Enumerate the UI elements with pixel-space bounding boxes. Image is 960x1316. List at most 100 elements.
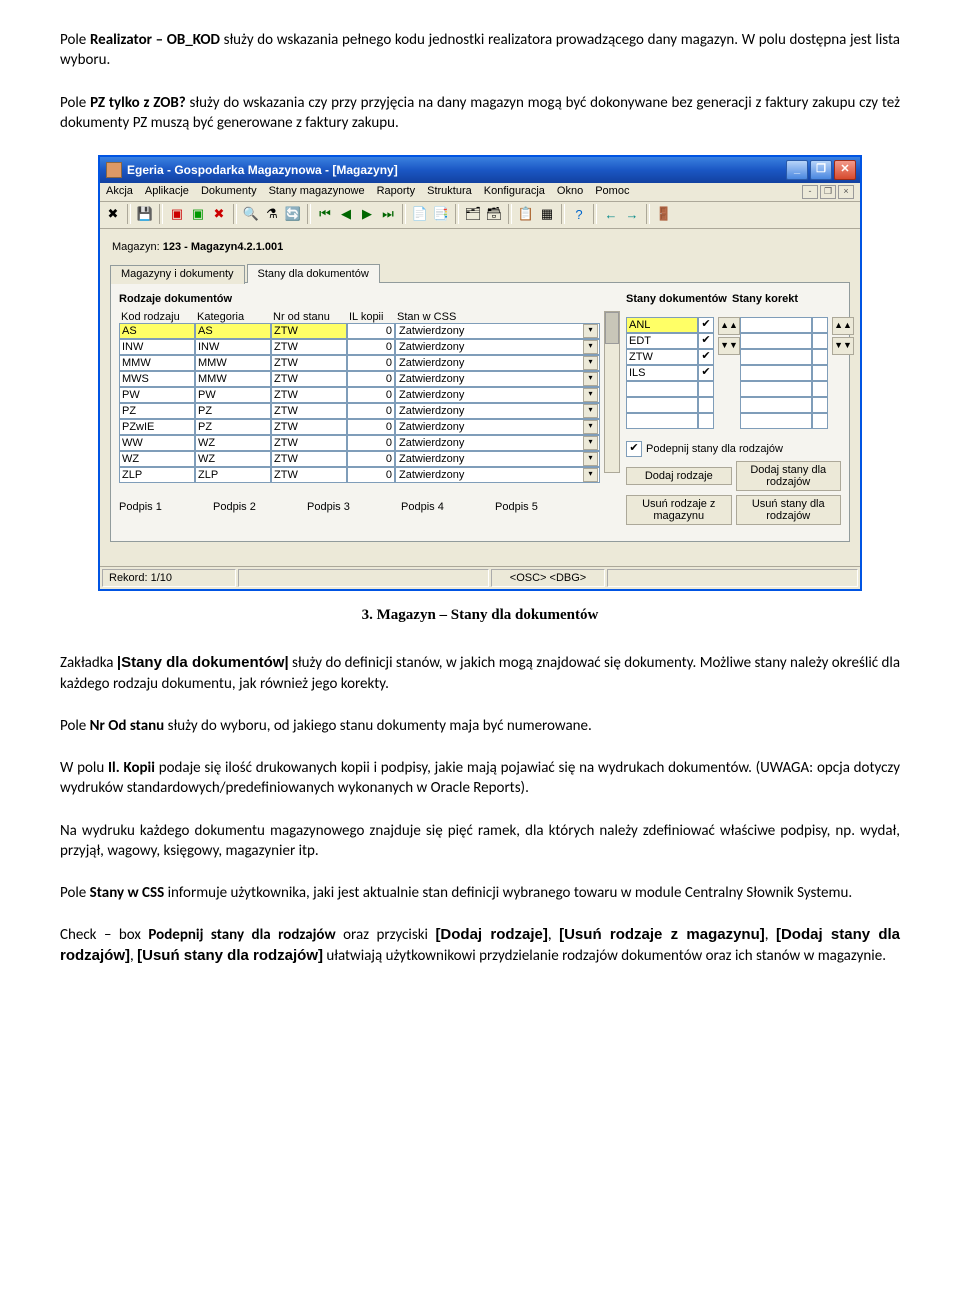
menu-akcja[interactable]: Akcja bbox=[106, 185, 133, 199]
cell-kod[interactable]: MMW bbox=[119, 355, 195, 371]
cell-nr-od-stanu[interactable]: ZTW bbox=[271, 387, 347, 403]
stany-kor-code-cell[interactable] bbox=[740, 365, 812, 381]
cell-kod[interactable]: WW bbox=[119, 435, 195, 451]
menu-aplikacje[interactable]: Aplikacje bbox=[145, 185, 189, 199]
filter-icon[interactable]: ⚗ bbox=[263, 205, 281, 223]
cell-kod[interactable]: PW bbox=[119, 387, 195, 403]
cell-kategoria[interactable]: WZ bbox=[195, 451, 271, 467]
dodaj-rodzaje-button[interactable]: Dodaj rodzaje bbox=[626, 467, 732, 485]
stany-dok-down-button[interactable]: ▼▼ bbox=[718, 337, 740, 355]
exit-icon[interactable]: 🚪 bbox=[655, 205, 673, 223]
usun-rodzaje-button[interactable]: Usuń rodzaje z magazynu bbox=[626, 495, 732, 525]
chevron-down-icon[interactable]: ▾ bbox=[583, 420, 598, 434]
cell-nr-od-stanu[interactable]: ZTW bbox=[271, 419, 347, 435]
stany-dok-code-cell[interactable] bbox=[626, 397, 698, 413]
cell-stan-css-combo[interactable]: Zatwierdzony▾ bbox=[395, 387, 600, 403]
refresh-icon[interactable]: 🔄 bbox=[284, 205, 302, 223]
menu-dokumenty[interactable]: Dokumenty bbox=[201, 185, 257, 199]
scrollbar-thumb[interactable] bbox=[605, 312, 619, 344]
cell-kategoria[interactable]: PZ bbox=[195, 419, 271, 435]
stany-dok-checkbox[interactable]: ✔ bbox=[698, 333, 714, 349]
left-scrollbar[interactable] bbox=[604, 311, 620, 473]
stany-kor-checkbox[interactable] bbox=[812, 381, 828, 397]
cell-stan-css-combo[interactable]: Zatwierdzony▾ bbox=[395, 323, 600, 339]
card2-icon[interactable]: 🗃 bbox=[485, 205, 503, 223]
stany-kor-code-cell[interactable] bbox=[740, 397, 812, 413]
table-row[interactable]: PZPZZTW0Zatwierdzony▾ bbox=[119, 403, 600, 419]
stany-kor-checkbox[interactable] bbox=[812, 413, 828, 429]
minimize-button[interactable]: _ bbox=[786, 160, 808, 180]
cell-il-kopii[interactable]: 0 bbox=[347, 339, 395, 355]
mdi-minimize[interactable]: - bbox=[802, 185, 818, 199]
dodaj-stany-button[interactable]: Dodaj stany dla rodzajów bbox=[736, 461, 842, 491]
table-row[interactable]: WZWZZTW0Zatwierdzony▾ bbox=[119, 451, 600, 467]
table-row[interactable]: PWPWZTW0Zatwierdzony▾ bbox=[119, 387, 600, 403]
chevron-down-icon[interactable]: ▾ bbox=[583, 356, 598, 370]
stany-kor-code-cell[interactable] bbox=[740, 333, 812, 349]
tab-magazyny-dokumenty[interactable]: Magazyny i dokumenty bbox=[110, 265, 245, 284]
stany-kor-checkbox[interactable] bbox=[812, 397, 828, 413]
stany-dok-code-cell[interactable]: ZTW bbox=[626, 349, 698, 365]
stany-kor-up-button[interactable]: ▲▲ bbox=[832, 317, 854, 335]
stany-kor-code-cell[interactable] bbox=[740, 413, 812, 429]
cell-kod[interactable]: WZ bbox=[119, 451, 195, 467]
doc2-icon[interactable]: 📑 bbox=[432, 205, 450, 223]
cell-il-kopii[interactable]: 0 bbox=[347, 355, 395, 371]
table-row[interactable]: MMWMMWZTW0Zatwierdzony▾ bbox=[119, 355, 600, 371]
cell-kod[interactable]: PZ bbox=[119, 403, 195, 419]
stany-kor-down-button[interactable]: ▼▼ bbox=[832, 337, 854, 355]
tab-red-icon[interactable]: ▣ bbox=[168, 205, 186, 223]
tool-icon[interactable]: ✖ bbox=[104, 205, 122, 223]
cell-nr-od-stanu[interactable]: ZTW bbox=[271, 435, 347, 451]
cell-stan-css-combo[interactable]: Zatwierdzony▾ bbox=[395, 403, 600, 419]
stany-kor-code-cell[interactable] bbox=[740, 349, 812, 365]
menu-raporty[interactable]: Raporty bbox=[377, 185, 416, 199]
cell-kod[interactable]: MWS bbox=[119, 371, 195, 387]
cell-kategoria[interactable]: PZ bbox=[195, 403, 271, 419]
menu-struktura[interactable]: Struktura bbox=[427, 185, 472, 199]
cell-stan-css-combo[interactable]: Zatwierdzony▾ bbox=[395, 339, 600, 355]
cell-kod[interactable]: ZLP bbox=[119, 467, 195, 483]
chevron-down-icon[interactable]: ▾ bbox=[583, 340, 598, 354]
cell-nr-od-stanu[interactable]: ZTW bbox=[271, 467, 347, 483]
delete-icon[interactable]: ✖ bbox=[210, 205, 228, 223]
save-icon[interactable]: 💾 bbox=[136, 205, 154, 223]
search-icon[interactable]: 🔍 bbox=[242, 205, 260, 223]
chevron-down-icon[interactable]: ▾ bbox=[583, 324, 598, 338]
stany-dok-code-cell[interactable] bbox=[626, 413, 698, 429]
stany-dok-checkbox[interactable] bbox=[698, 381, 714, 397]
mdi-close[interactable]: × bbox=[838, 185, 854, 199]
card-icon[interactable]: 🗂 bbox=[464, 205, 482, 223]
table-row[interactable]: INWINWZTW0Zatwierdzony▾ bbox=[119, 339, 600, 355]
stany-dok-up-button[interactable]: ▲▲ bbox=[718, 317, 740, 335]
stany-dok-checkbox[interactable] bbox=[698, 413, 714, 429]
stany-kor-code-cell[interactable] bbox=[740, 317, 812, 333]
cell-nr-od-stanu[interactable]: ZTW bbox=[271, 339, 347, 355]
cell-stan-css-combo[interactable]: Zatwierdzony▾ bbox=[395, 419, 600, 435]
last-icon[interactable]: ⏭ bbox=[379, 205, 397, 223]
cell-stan-css-combo[interactable]: Zatwierdzony▾ bbox=[395, 371, 600, 387]
table-row[interactable]: WWWZZTW0Zatwierdzony▾ bbox=[119, 435, 600, 451]
chevron-down-icon[interactable]: ▾ bbox=[583, 436, 598, 450]
cell-il-kopii[interactable]: 0 bbox=[347, 435, 395, 451]
cell-il-kopii[interactable]: 0 bbox=[347, 467, 395, 483]
mdi-restore[interactable]: ❐ bbox=[820, 185, 836, 199]
menu-stany-magazynowe[interactable]: Stany magazynowe bbox=[269, 185, 365, 199]
chevron-down-icon[interactable]: ▾ bbox=[583, 372, 598, 386]
prev-icon[interactable]: ◀ bbox=[337, 205, 355, 223]
menu-okno[interactable]: Okno bbox=[557, 185, 583, 199]
stany-kor-checkbox[interactable] bbox=[812, 365, 828, 381]
cell-kod[interactable]: INW bbox=[119, 339, 195, 355]
stany-dok-code-cell[interactable]: ILS bbox=[626, 365, 698, 381]
arrow-left-icon[interactable]: ← bbox=[602, 205, 620, 223]
table-row[interactable]: MWSMMWZTW0Zatwierdzony▾ bbox=[119, 371, 600, 387]
cell-nr-od-stanu[interactable]: ZTW bbox=[271, 371, 347, 387]
stany-dok-code-cell[interactable]: EDT bbox=[626, 333, 698, 349]
cell-kategoria[interactable]: WZ bbox=[195, 435, 271, 451]
chevron-down-icon[interactable]: ▾ bbox=[583, 468, 598, 482]
form-icon[interactable]: 📋 bbox=[517, 205, 535, 223]
stany-dok-code-cell[interactable] bbox=[626, 381, 698, 397]
help-icon[interactable]: ? bbox=[570, 205, 588, 223]
table-row[interactable]: ZLPZLPZTW0Zatwierdzony▾ bbox=[119, 467, 600, 483]
cell-kategoria[interactable]: PW bbox=[195, 387, 271, 403]
